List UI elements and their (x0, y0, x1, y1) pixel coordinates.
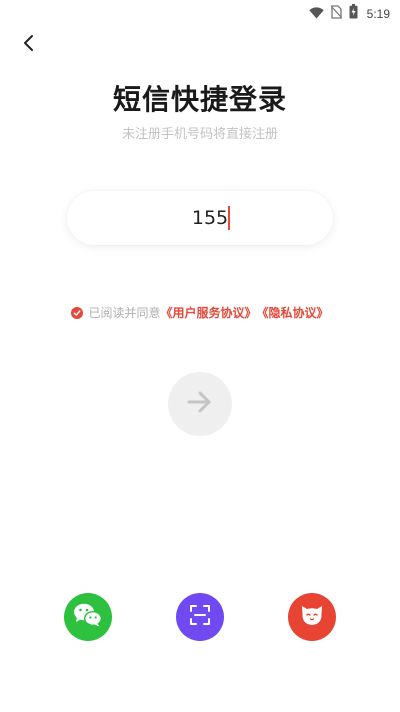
text-cursor (228, 206, 230, 230)
scan-icon (189, 604, 211, 630)
chevron-left-icon (22, 34, 36, 56)
wifi-icon (308, 4, 324, 23)
no-sim-icon (330, 4, 343, 23)
privacy-policy-link[interactable]: 《隐私协议》 (257, 304, 329, 321)
wechat-login-button[interactable] (64, 593, 112, 641)
arrow-right-icon (187, 391, 213, 417)
page-subtitle: 未注册手机号码将直接注册 (121, 127, 278, 142)
scan-login-button[interactable] (176, 593, 224, 641)
checkmark-icon (74, 309, 81, 316)
phone-number-field[interactable] (67, 191, 333, 245)
phone-number-input[interactable] (170, 207, 250, 229)
agreement-checkbox[interactable] (71, 306, 84, 319)
agreement-text: 已阅读并同意 (88, 306, 161, 320)
cat-mascot-icon (298, 601, 326, 633)
status-time: 5:19 (366, 6, 390, 21)
mascot-login-button[interactable] (288, 593, 336, 641)
battery-icon (349, 4, 358, 23)
status-icons: 5:19 (308, 4, 390, 23)
wechat-icon (73, 602, 103, 632)
user-agreement-link[interactable]: 《用户服务协议》 (160, 304, 256, 321)
back-button[interactable] (14, 30, 44, 60)
submit-button[interactable] (168, 372, 232, 436)
status-bar: 5:19 (0, 0, 400, 24)
agreement-row: 已阅读并同意 《用户服务协议》 《隐私协议》 (0, 304, 400, 321)
page-title: 短信快捷登录 (112, 83, 287, 116)
